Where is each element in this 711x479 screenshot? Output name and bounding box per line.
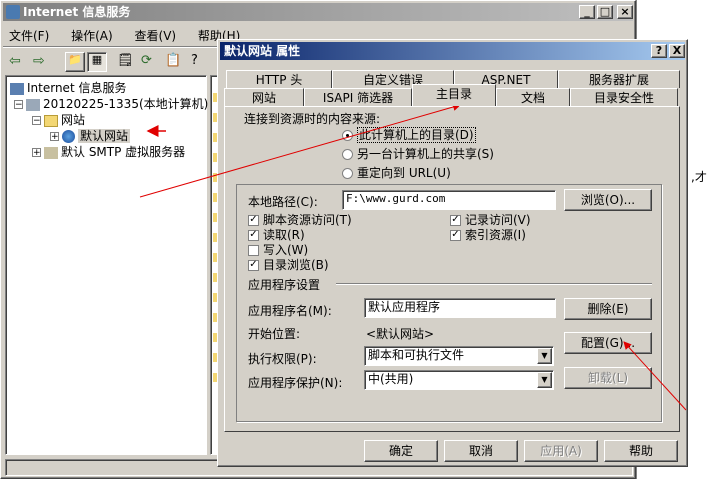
checkbox-directory-browsing[interactable]: ✓ 目录浏览(B)	[248, 256, 329, 273]
properties-icon[interactable]: 🗒	[117, 53, 134, 68]
expand-icon[interactable]: +	[50, 132, 59, 142]
iis-icon	[10, 82, 24, 95]
dropdown-arrow-icon[interactable]: ▼	[537, 372, 552, 388]
cancel-button[interactable]: 取消	[444, 440, 518, 462]
checkbox-box[interactable]: ✓	[450, 230, 461, 241]
app-settings-divider	[336, 283, 652, 285]
globe-icon	[62, 130, 75, 143]
menu-action[interactable]: 操作(A)	[71, 29, 113, 43]
app-protection-label: 应用程序保护(N):	[248, 376, 343, 390]
exec-permission-select[interactable]: 脚本和可执行文件 ▼	[364, 346, 554, 366]
local-path-input[interactable]: F:\www.gurd.com	[342, 190, 556, 210]
dropdown-arrow-icon[interactable]: ▼	[537, 348, 552, 364]
start-position-label: 开始位置:	[248, 327, 301, 341]
checkbox-box[interactable]: ✓	[450, 215, 461, 226]
folder-icon	[44, 114, 58, 127]
refresh-icon[interactable]: ⟳	[141, 53, 152, 68]
app-protection-select[interactable]: 中(共用) ▼	[364, 370, 554, 390]
export-icon[interactable]: 📋	[165, 53, 181, 68]
tab-isapi-filters[interactable]: ISAPI 筛选器	[304, 88, 412, 106]
tree-sites-folder[interactable]: − 网站	[32, 112, 85, 128]
collapse-icon[interactable]: −	[14, 100, 23, 110]
properties-dialog: 默认网站 属性 ? X HTTP 头 自定义错误 ASP.NET 服务器扩展 网…	[217, 39, 688, 467]
dialog-title: 默认网站 属性	[224, 44, 301, 58]
computer-icon	[26, 98, 40, 111]
apply-button[interactable]: 应用(A)	[524, 440, 598, 462]
remove-button[interactable]: 删除(E)	[564, 298, 652, 320]
menu-file[interactable]: 文件(F)	[9, 29, 49, 43]
checkbox-box[interactable]: ✓	[248, 260, 259, 271]
checkbox-index-resource[interactable]: ✓ 索引资源(I)	[450, 226, 526, 243]
tab-website[interactable]: 网站	[224, 88, 304, 106]
app-icon	[6, 5, 20, 19]
content-source-label: 连接到资源时的内容来源:	[244, 112, 381, 126]
browse-button[interactable]: 浏览(O)...	[564, 189, 652, 211]
app-settings-label: 应用程序设置	[248, 278, 321, 292]
maximize-button[interactable]: □	[597, 5, 613, 19]
tab-home-directory[interactable]: 主目录	[412, 84, 496, 106]
toolbar: ⇦ ⇨ 📁 ▦ 🗒 ⟳ 📋 ?	[7, 51, 217, 72]
minimize-button[interactable]: _	[579, 5, 595, 19]
radio-dot[interactable]	[342, 168, 353, 179]
tab-directory-security[interactable]: 目录安全性	[570, 88, 678, 106]
checkbox-box[interactable]: ✓	[248, 215, 259, 226]
exec-permission-label: 执行权限(P):	[248, 352, 317, 366]
dialog-close-button[interactable]: X	[669, 44, 685, 58]
expand-icon[interactable]: +	[32, 148, 41, 158]
show-tree-icon[interactable]: ▦	[87, 52, 107, 72]
tab-http-headers[interactable]: HTTP 头	[226, 70, 332, 88]
configure-button[interactable]: 配置(G)...	[564, 332, 652, 354]
unload-button[interactable]: 卸载(L)	[564, 367, 652, 389]
radio-network-share[interactable]: 另一台计算机上的共享(S)	[342, 145, 494, 162]
radio-dot[interactable]	[342, 149, 353, 160]
radio-local-directory[interactable]: 此计算机上的目录(D)	[342, 126, 476, 143]
tree-computer[interactable]: −20120225-1335(本地计算机)	[14, 96, 208, 112]
local-path-label: 本地路径(C):	[248, 195, 318, 209]
tree-default-site[interactable]: + 默认网站	[50, 128, 131, 144]
ok-button[interactable]: 确定	[364, 440, 438, 462]
checkbox-box[interactable]	[248, 245, 259, 256]
menu-view[interactable]: 查看(V)	[135, 29, 177, 43]
help-button[interactable]: 帮助	[604, 440, 678, 462]
tree-smtp[interactable]: + 默认 SMTP 虚拟服务器	[32, 144, 185, 160]
back-arrow-icon[interactable]: ⇦	[9, 53, 21, 69]
collapse-icon[interactable]: −	[32, 116, 41, 126]
checkbox-box[interactable]: ✓	[248, 230, 259, 241]
main-window-title: Internet 信息服务	[23, 5, 131, 19]
tab-documents[interactable]: 文档	[496, 88, 570, 106]
tree-pane: Internet 信息服务 −20120225-1335(本地计算机) − 网站 …	[5, 75, 208, 455]
dialog-help-button[interactable]: ?	[651, 44, 667, 58]
up-folder-icon[interactable]: 📁	[65, 52, 85, 72]
radio-dot[interactable]	[342, 130, 353, 141]
tab-server-extensions[interactable]: 服务器扩展	[558, 70, 680, 88]
help-icon[interactable]: ?	[191, 53, 198, 68]
start-position-value: <默认网站>	[366, 327, 435, 341]
tree-root[interactable]: Internet 信息服务	[10, 80, 126, 96]
background-window-text: ,才	[691, 170, 707, 184]
app-name-label: 应用程序名(M):	[248, 304, 332, 318]
app-name-input[interactable]: 默认应用程序	[364, 298, 556, 318]
radio-redirect-url[interactable]: 重定向到 URL(U)	[342, 164, 451, 181]
main-titlebar: Internet 信息服务	[3, 3, 633, 21]
smtp-icon	[44, 146, 58, 159]
close-main-button[interactable]: ×	[617, 5, 633, 19]
forward-arrow-icon[interactable]: ⇨	[33, 53, 45, 69]
dialog-titlebar: 默认网站 属性	[220, 42, 685, 60]
